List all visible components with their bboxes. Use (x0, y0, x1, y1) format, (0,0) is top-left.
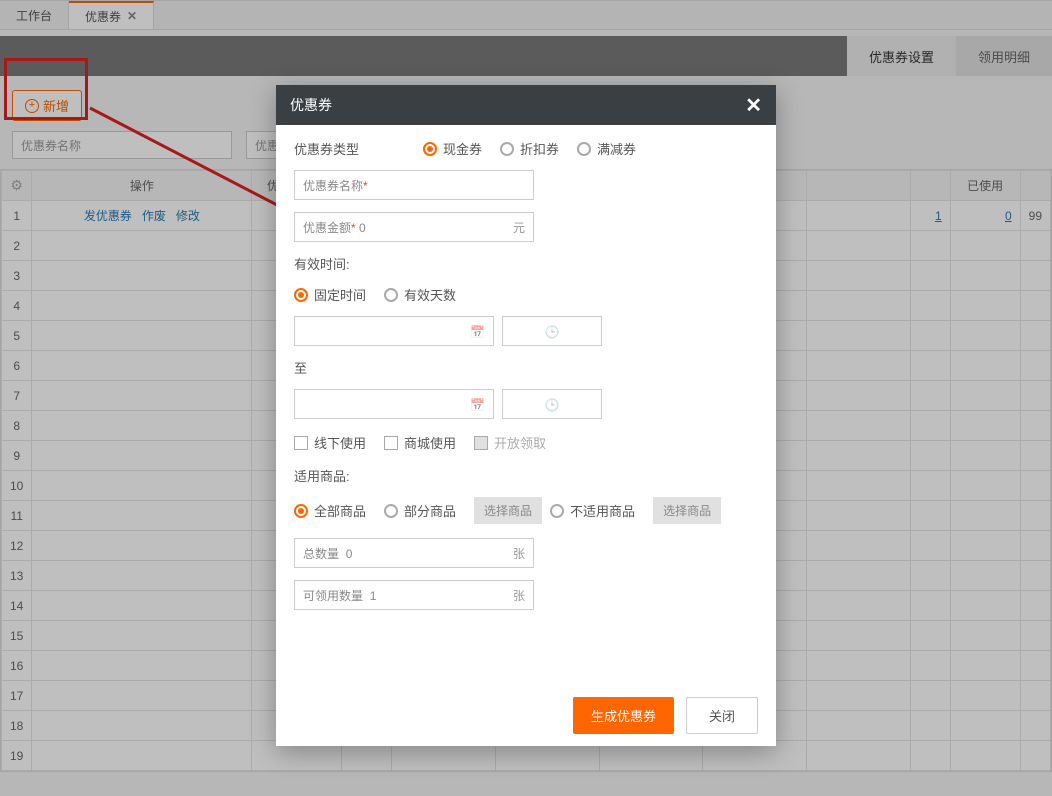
amount-input[interactable]: 优惠金额* 0 元 (294, 212, 534, 242)
dialog-title: 优惠券 (290, 95, 332, 115)
radio-fixed-time[interactable]: 固定时间 (294, 285, 366, 304)
dialog-body: 优惠券类型 现金券 折扣券 满减券 优惠券名称* 优惠金额* 0 元 有效时间:… (276, 125, 776, 685)
check-open: 开放领取 (474, 433, 546, 452)
radio-cash[interactable]: 现金券 (423, 139, 482, 158)
coupon-dialog: 优惠券 ✕ 优惠券类型 现金券 折扣券 满减券 优惠券名称* 优惠金额* 0 元 (276, 85, 776, 746)
check-offline[interactable]: 线下使用 (294, 433, 366, 452)
type-label: 优惠券类型 (294, 139, 359, 158)
valid-label: 有效时间: (294, 254, 350, 273)
start-time-input[interactable] (502, 316, 602, 346)
submit-button[interactable]: 生成优惠券 (573, 697, 674, 734)
radio-goods-all[interactable]: 全部商品 (294, 501, 366, 520)
to-label: 至 (294, 358, 307, 377)
radio-goods-part[interactable]: 部分商品 (384, 501, 456, 520)
dialog-footer: 生成优惠券 关闭 (276, 685, 776, 746)
calendar-icon (470, 324, 485, 339)
radio-discount[interactable]: 折扣券 (500, 139, 559, 158)
select-goods-button-1: 选择商品 (474, 497, 542, 524)
clock-icon (545, 324, 560, 339)
dialog-header: 优惠券 ✕ (276, 85, 776, 125)
end-date-input[interactable] (294, 389, 494, 419)
coupon-name-input[interactable]: 优惠券名称* (294, 170, 534, 200)
select-goods-button-2: 选择商品 (653, 497, 721, 524)
close-button[interactable]: 关闭 (686, 697, 758, 734)
check-mall[interactable]: 商城使用 (384, 433, 456, 452)
radio-full[interactable]: 满减券 (577, 139, 636, 158)
clock-icon (545, 397, 560, 412)
radio-goods-none[interactable]: 不适用商品 (550, 501, 635, 520)
close-icon[interactable]: ✕ (745, 93, 762, 118)
claim-qty-input[interactable]: 可领用数量 1 张 (294, 580, 534, 610)
end-time-input[interactable] (502, 389, 602, 419)
goods-label: 适用商品: (294, 466, 350, 485)
start-date-input[interactable] (294, 316, 494, 346)
total-qty-input[interactable]: 总数量 0 张 (294, 538, 534, 568)
modal-overlay: 优惠券 ✕ 优惠券类型 现金券 折扣券 满减券 优惠券名称* 优惠金额* 0 元 (0, 0, 1052, 796)
calendar-icon (470, 397, 485, 412)
radio-valid-days[interactable]: 有效天数 (384, 285, 456, 304)
